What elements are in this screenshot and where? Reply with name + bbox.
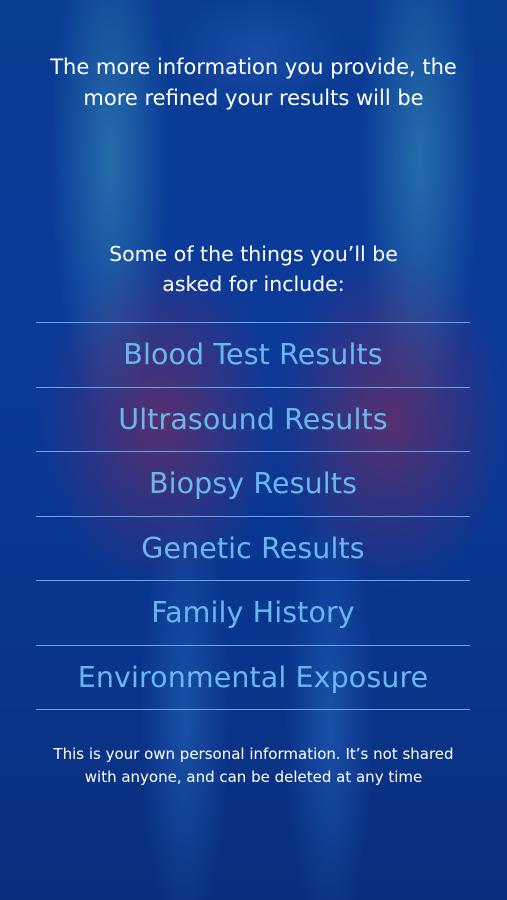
list-item-family-history: Family History xyxy=(36,581,470,646)
list-item-blood-test-results: Blood Test Results xyxy=(36,323,470,388)
list-heading: Some of the things you’ll be asked for i… xyxy=(109,242,398,296)
privacy-note: This is your own personal information. I… xyxy=(53,745,454,786)
onboarding-screen: The more information you provide, the mo… xyxy=(0,0,507,900)
intro-text: The more information you provide, the mo… xyxy=(50,55,457,110)
list-item-genetic-results: Genetic Results xyxy=(36,517,470,581)
list-item-biopsy-results: Biopsy Results xyxy=(36,452,470,517)
list-item-ultrasound-results: Ultrasound Results xyxy=(36,388,470,452)
list-item-environmental-exposure: Environmental Exposure xyxy=(36,646,470,710)
required-info-list: Blood Test Results Ultrasound Results Bi… xyxy=(36,322,470,710)
